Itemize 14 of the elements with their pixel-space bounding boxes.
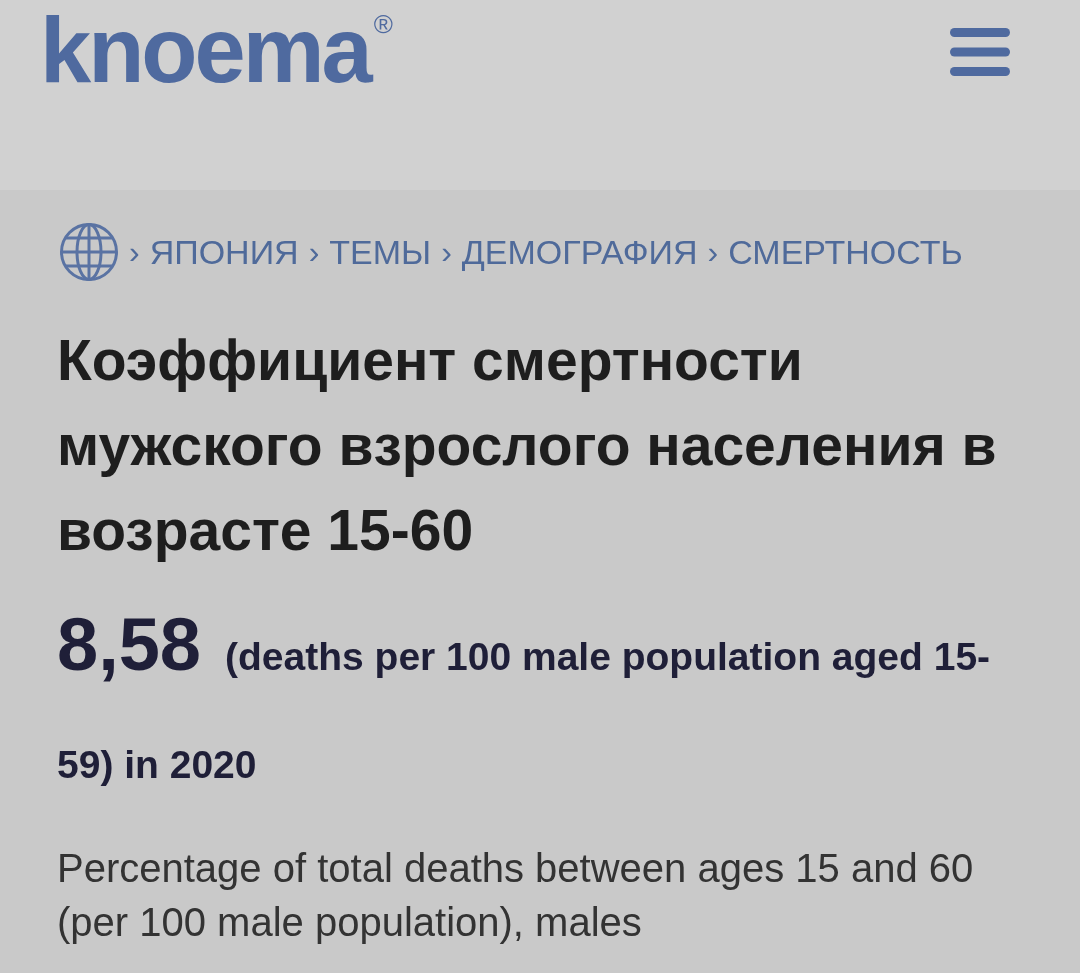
- breadcrumb-separator: ›: [308, 236, 320, 268]
- breadcrumb-separator: ›: [441, 236, 452, 268]
- breadcrumb-separator: ›: [129, 236, 140, 268]
- breadcrumb-separator: ›: [707, 236, 719, 268]
- breadcrumb-link[interactable]: ТЕМЫ: [329, 235, 432, 269]
- breadcrumb-link[interactable]: СМЕРТНОСТЬ: [728, 235, 963, 269]
- breadcrumb-link[interactable]: ЯПОНИЯ: [149, 235, 299, 269]
- indicator-reading: 8,58 (deaths per 100 male population aged 15-59) in 2020: [57, 602, 992, 788]
- logo[interactable]: knoema$^{®}$: [40, 4, 393, 96]
- globe-icon[interactable]: [59, 222, 119, 282]
- indicator-description: Percentage of total deaths between ages 15 and 60 (per 100 male population), males: [57, 845, 975, 946]
- menu-icon[interactable]: [950, 28, 1010, 76]
- breadcrumb-link[interactable]: ДЕМОГРАФИЯ: [461, 235, 698, 269]
- page-title: Коэффициент смертности мужского взрослого населения в возрасте 15-60: [57, 327, 998, 564]
